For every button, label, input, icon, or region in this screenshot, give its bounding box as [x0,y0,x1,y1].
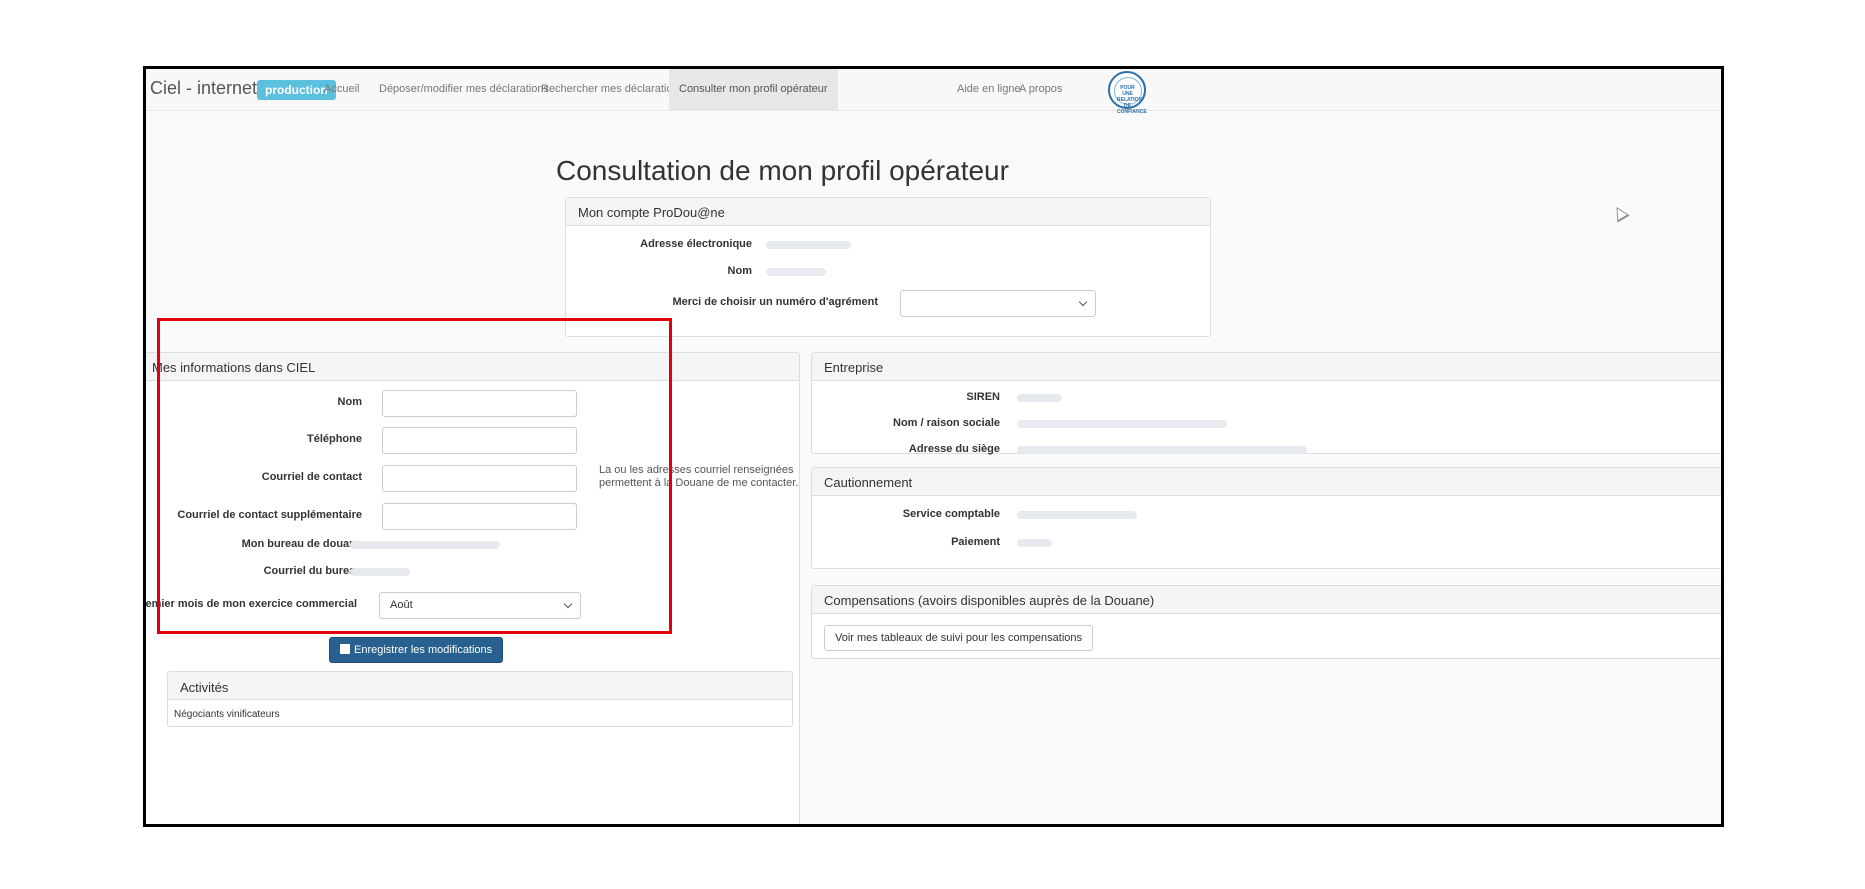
telephone-input[interactable] [382,427,577,454]
bureau-value-redacted [350,541,500,549]
chevron-down-icon [1078,297,1088,307]
page-title: Consultation de mon profil opérateur [556,155,1009,186]
courriel-input[interactable] [382,465,577,492]
name-label: Nom [727,265,752,277]
bureau-label: Mon bureau de douane [241,538,362,550]
email-value-redacted [766,241,851,249]
mois-select[interactable]: Août [379,592,581,619]
email-label: Adresse électronique [640,238,752,250]
courriel-help-line1: La ou les adresses courriel renseignées [599,464,794,476]
nom-label: Nom [337,396,362,408]
cautionnement-panel: Cautionnement Service comptable Paiement [811,467,1721,569]
compensations-button[interactable]: Voir mes tableaux de suivi pour les comp… [824,625,1094,651]
courriel-bureau-value-redacted [350,568,410,576]
nom-input[interactable] [382,390,577,417]
save-button[interactable]: Enregistrer les modifications [329,637,504,663]
courriel-label: Courriel de contact [261,471,362,483]
siege-value-redacted [1017,446,1307,454]
navbar: Ciel - internet production Accueil Dépos… [146,69,1721,115]
cautionnement-header: Cautionnement [812,468,1721,496]
service-comptable-label: Service comptable [902,508,1000,520]
ciel-panel-header: Mes informations dans CIEL [146,353,799,381]
nav-apropos[interactable]: A propos [1019,83,1062,95]
telephone-label: Téléphone [306,433,362,445]
siren-label: SIREN [966,391,1000,403]
save-icon [340,644,350,654]
activites-panel: Activités Négociants vinificateurs [167,671,793,727]
relation-confiance-logo: POUR UNE RELATION DE CONFIANCE [1108,71,1147,115]
siren-value-redacted [1017,394,1062,402]
ciel-panel: Mes informations dans CIEL Nom Téléphone… [143,352,800,824]
nav-profil[interactable]: Consulter mon profil opérateur [669,69,838,110]
courriel-sup-input[interactable] [382,503,577,530]
browser-frame: Ciel - internet production Accueil Dépos… [143,66,1724,827]
siege-label: Adresse du siège [908,443,1000,455]
entreprise-header: Entreprise [812,353,1721,381]
chevron-down-icon [563,599,573,609]
courriel-bureau-label: Courriel du bureau [263,565,362,577]
name-value-redacted [766,268,826,276]
brand[interactable]: Ciel - internet [150,78,257,99]
raison-label: Nom / raison sociale [893,417,1000,429]
courriel-sup-label: Courriel de contact supplémentaire [177,509,362,521]
agrement-label: Merci de choisir un numéro d'agrément [672,296,878,308]
courriel-help-line2: permettent à la Douane de me contacter. [599,477,799,489]
nav-accueil[interactable]: Accueil [324,83,359,95]
nav-aide[interactable]: Aide en ligne [957,83,1021,95]
prodouane-panel: Mon compte ProDou@ne Adresse électroniqu… [565,197,1211,337]
prodouane-panel-header: Mon compte ProDou@ne [566,198,1210,226]
mouse-cursor-icon [1610,203,1630,223]
nav-rechercher[interactable]: Rechercher mes déclarations [541,83,684,95]
compensations-panel: Compensations (avoirs disponibles auprès… [811,585,1721,659]
activite-item: Négociants vinificateurs [174,709,280,720]
raison-value-redacted [1017,420,1227,428]
paiement-value-redacted [1017,539,1052,547]
agrement-select[interactable] [900,290,1096,317]
paiement-label: Paiement [951,536,1000,548]
nav-deposer[interactable]: Déposer/modifier mes déclarations [379,83,549,95]
entreprise-panel: Entreprise SIREN Nom / raison sociale Ad… [811,352,1721,455]
compensations-header: Compensations (avoirs disponibles auprès… [812,586,1721,614]
service-comptable-value-redacted [1017,511,1137,519]
mois-label: Premier mois de mon exercice commercial [143,598,357,610]
activites-header: Activités [168,672,792,700]
